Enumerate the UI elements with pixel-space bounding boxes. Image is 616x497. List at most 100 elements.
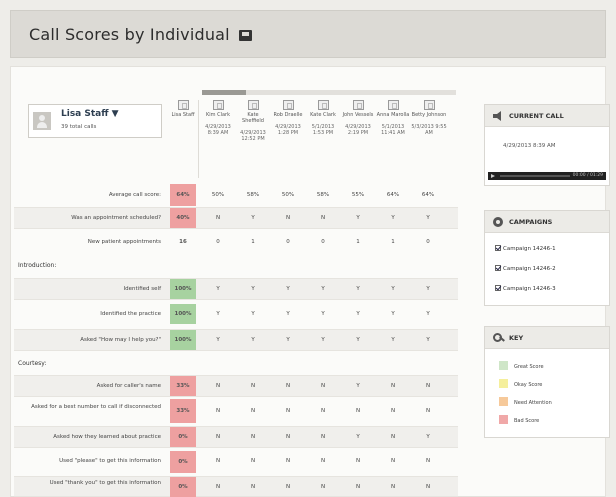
audio-progress-bar[interactable] — [500, 175, 570, 177]
table-cell: Y — [286, 311, 290, 317]
staff-name: Kim Clark — [205, 112, 231, 118]
staff-column-header[interactable]: Lisa Staff — [170, 100, 196, 118]
key-title: KEY — [509, 334, 524, 342]
current-call-panel: CURRENT CALL 4/29/2013 8:39 AM 00:00 / 0… — [484, 104, 610, 186]
staff-name: John Vessels — [342, 112, 374, 118]
table-cell: 1 — [356, 239, 360, 245]
staff-column-header[interactable]: Anna Marolla 5/1/2013 11:41 AM — [376, 100, 410, 136]
table-cell: 58% — [246, 192, 260, 198]
horizontal-scrollbar[interactable] — [202, 90, 456, 95]
row-label: Average call score: — [108, 192, 161, 198]
table-cell: Y — [251, 337, 255, 343]
table-row: Identified the practice 100% Y Y Y Y Y Y… — [14, 304, 458, 326]
phone-icon — [387, 100, 399, 110]
table-row: Used "please" to get this information 0%… — [14, 451, 458, 473]
table-cell: 1 — [251, 239, 255, 245]
campaigns-panel: CAMPAIGNS Campaign 14246-1 Campaign 1424… — [484, 210, 610, 306]
table-cell: N — [390, 383, 396, 389]
user-total-calls: 39 total calls — [61, 124, 97, 130]
table-row: Asked how they learned about practice 0%… — [14, 426, 458, 448]
table-cell: Y — [391, 311, 395, 317]
call-date: 4/29/2013 12:52 PM — [240, 130, 266, 142]
table-row: New patient appointments 16 0 1 0 0 1 1 … — [14, 232, 458, 254]
campaign-label: Campaign 14246-1 — [503, 246, 556, 252]
page-title: Call Scores by Individual — [29, 25, 253, 44]
table-cell: N — [320, 215, 326, 221]
table-cell: N — [355, 458, 361, 464]
current-call-title: CURRENT CALL — [509, 112, 564, 120]
table-cell: N — [390, 434, 396, 440]
table-cell: N — [355, 484, 361, 490]
table-cell: N — [285, 484, 291, 490]
color-swatch — [499, 415, 508, 424]
table-cell: Y — [216, 337, 220, 343]
table-cell: Y — [356, 434, 360, 440]
table-cell: N — [250, 434, 256, 440]
table-row: Was an appointment scheduled? 40% N Y N … — [14, 207, 458, 229]
table-cell: Y — [356, 286, 360, 292]
staff-column-header[interactable]: Kate Sheffield 4/29/2013 12:52 PM — [236, 100, 270, 142]
key-label: Need Attention — [514, 400, 552, 406]
staff-name: Lisa Staff — [171, 112, 195, 118]
column-divider — [198, 100, 199, 178]
table-cell: 0 — [286, 239, 290, 245]
call-date: 4/29/2013 1:28 PM — [275, 124, 301, 136]
key-item: Okay Score — [499, 379, 542, 388]
speaker-icon — [493, 111, 501, 121]
table-cell: N — [285, 383, 291, 389]
phone-icon — [212, 100, 224, 110]
table-cell: 64% — [421, 192, 435, 198]
campaign-checkbox[interactable]: Campaign 14246-3 — [495, 285, 556, 292]
checkbox-checked-icon[interactable] — [495, 285, 501, 291]
campaign-checkbox[interactable]: Campaign 14246-2 — [495, 265, 556, 272]
checkbox-checked-icon[interactable] — [495, 265, 501, 271]
key-label: Great Score — [514, 364, 544, 370]
table-cell: N — [320, 484, 326, 490]
table-cell: N — [425, 458, 431, 464]
play-icon[interactable] — [491, 174, 495, 178]
staff-column-header[interactable]: Betty Johnson 5/3/2013 9:55 AM — [411, 100, 447, 136]
scrollbar-thumb[interactable] — [202, 90, 246, 95]
table-cell: N — [215, 383, 221, 389]
score-cell: 33% — [170, 376, 196, 396]
staff-column-header[interactable]: Rob Draelle 4/29/2013 1:28 PM — [271, 100, 305, 136]
key-header: KEY — [485, 327, 609, 349]
print-icon[interactable] — [239, 30, 253, 41]
table-cell: Y — [321, 311, 325, 317]
table-cell: Y — [426, 311, 430, 317]
table-cell: N — [250, 484, 256, 490]
score-cell: 40% — [170, 208, 196, 228]
checkbox-checked-icon[interactable] — [495, 245, 501, 251]
staff-column-header[interactable]: Kim Clark 4/29/2013 8:39 AM — [201, 100, 235, 136]
table-cell: 1 — [391, 239, 395, 245]
staff-name: Kate Clark — [310, 112, 336, 118]
audio-player[interactable]: 00:00 / 01:29 — [488, 172, 606, 180]
user-selector[interactable]: Lisa Staff ▼ 39 total calls — [28, 104, 162, 138]
staff-column-header[interactable]: Kate Clark 5/1/2013 1:53 PM — [306, 100, 340, 136]
staff-name: Anna Marolla — [376, 112, 410, 118]
call-date: 4/29/2013 2:19 PM — [345, 124, 371, 136]
staff-name: Betty Johnson — [411, 112, 447, 118]
table-cell: N — [285, 458, 291, 464]
table-cell: N — [215, 484, 221, 490]
table-cell: Y — [391, 286, 395, 292]
table-row: Used "thank you" to get this information… — [14, 476, 458, 497]
phone-icon — [423, 100, 435, 110]
table-cell: 50% — [281, 192, 295, 198]
table-cell: N — [390, 408, 396, 414]
row-label: Asked how they learned about practice — [53, 434, 161, 440]
table-cell: N — [250, 408, 256, 414]
gear-icon — [493, 217, 503, 227]
key-item: Need Attention — [499, 397, 552, 406]
row-label: Identified self — [123, 286, 161, 292]
row-label: New patient appointments — [87, 239, 161, 245]
staff-column-header[interactable]: John Vessels 4/29/2013 2:19 PM — [341, 100, 375, 136]
score-cell: 100% — [170, 279, 196, 299]
table-cell: N — [215, 434, 221, 440]
table-row: Asked for a best number to call if disco… — [14, 399, 458, 423]
campaign-checkbox[interactable]: Campaign 14246-1 — [495, 245, 556, 252]
row-label: Identified the practice — [100, 311, 161, 317]
phone-icon — [352, 100, 364, 110]
row-label: Used "please" to get this information — [59, 458, 161, 464]
score-cell: 0% — [170, 451, 196, 473]
